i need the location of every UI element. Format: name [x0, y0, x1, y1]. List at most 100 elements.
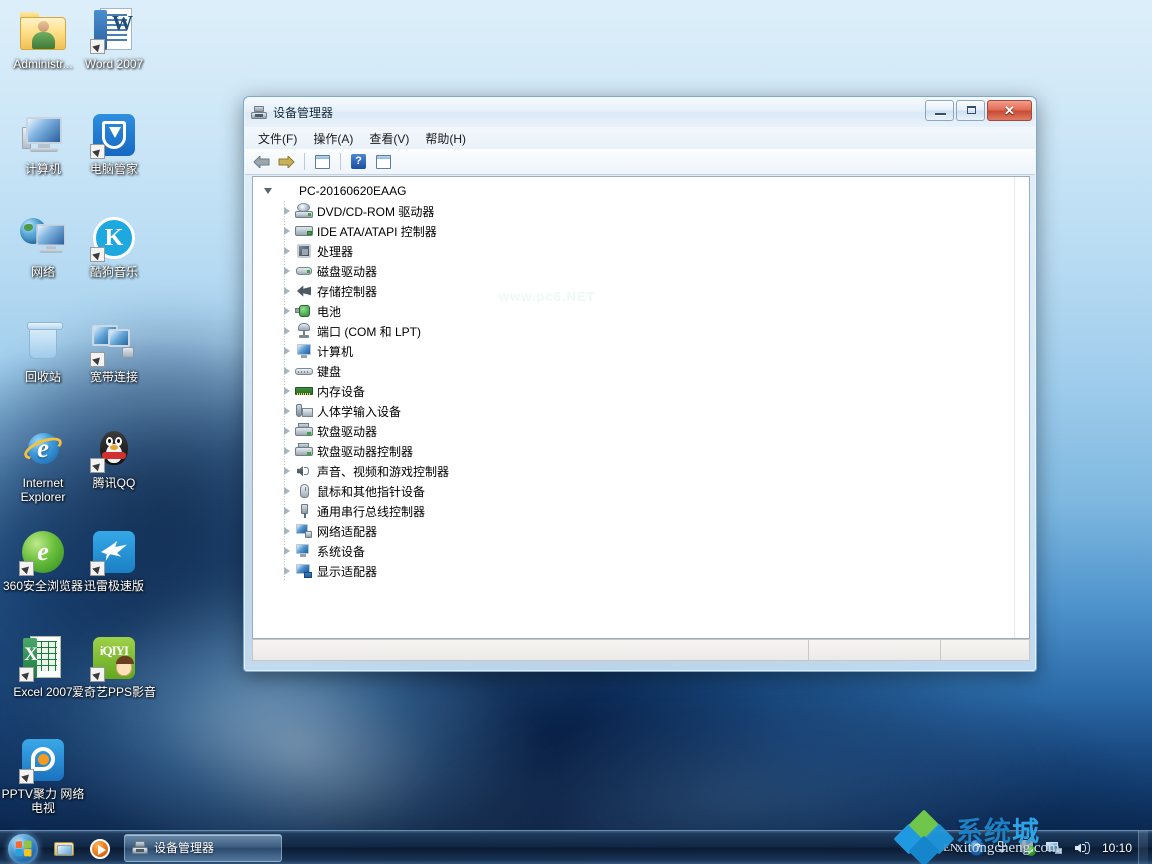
- expander-closed[interactable]: [279, 561, 295, 581]
- volume-icon[interactable]: [1074, 840, 1091, 856]
- desktop-icon-pptv[interactable]: PPTV聚力 网络电视: [0, 736, 86, 815]
- back-button[interactable]: [250, 151, 273, 173]
- tree-node-disk[interactable]: 磁盘驱动器: [253, 261, 1029, 281]
- expander-closed[interactable]: [279, 401, 295, 421]
- expander-closed[interactable]: [279, 521, 295, 541]
- help-icon[interactable]: [968, 839, 985, 856]
- show-hidden-icons-icon[interactable]: [995, 840, 1009, 856]
- media-player-icon: [90, 839, 110, 859]
- tree-node-label: 通用串行总线控制器: [317, 503, 425, 520]
- windows-explorer-icon: [54, 840, 76, 857]
- computer-node-icon: [277, 182, 295, 200]
- expander-closed[interactable]: [279, 301, 295, 321]
- expander-closed[interactable]: [279, 341, 295, 361]
- expander-closed[interactable]: [279, 421, 295, 441]
- quicklaunch-explorer[interactable]: [46, 833, 82, 863]
- network-adapter-icon: [295, 522, 313, 540]
- shortcut-arrow-icon: [90, 247, 105, 262]
- desktop-icon-word-2007[interactable]: W Word 2007: [71, 6, 157, 71]
- properties-button[interactable]: [311, 151, 334, 173]
- menu-action[interactable]: 操作(A): [305, 128, 361, 149]
- tree-node-keyboard[interactable]: 键盘: [253, 361, 1029, 381]
- window-title: 设备管理器: [273, 104, 333, 121]
- tree-node-mouse[interactable]: 鼠标和其他指针设备: [253, 481, 1029, 501]
- minimize-button[interactable]: [925, 100, 954, 121]
- tree-node-battery[interactable]: 电池: [253, 301, 1029, 321]
- pc-manager-shield-icon: [90, 111, 138, 159]
- shortcut-arrow-icon: [90, 667, 105, 682]
- quicklaunch-media-player[interactable]: [82, 833, 118, 863]
- arrow-right-icon: [278, 156, 295, 168]
- expander-closed[interactable]: [279, 221, 295, 241]
- menu-help[interactable]: 帮助(H): [417, 128, 474, 149]
- arrow-left-icon: [253, 156, 270, 168]
- expander-open[interactable]: [261, 181, 277, 201]
- expander-closed[interactable]: [279, 241, 295, 261]
- tree-node-label: DVD/CD-ROM 驱动器: [317, 203, 434, 220]
- start-orb[interactable]: [2, 832, 46, 864]
- tree-node-ide[interactable]: IDE ATA/ATAPI 控制器: [253, 221, 1029, 241]
- status-bar: [252, 639, 1030, 661]
- folder-user-icon: [19, 6, 67, 54]
- tree-node-ports[interactable]: 端口 (COM 和 LPT): [253, 321, 1029, 341]
- tree-node-system-devices[interactable]: 系统设备: [253, 541, 1029, 561]
- expander-closed[interactable]: [279, 501, 295, 521]
- clock[interactable]: 10:10: [1102, 831, 1132, 864]
- expander-closed[interactable]: [279, 481, 295, 501]
- tree-node-storage[interactable]: 存储控制器: [253, 281, 1029, 301]
- tree-node-floppy-controller[interactable]: 软盘驱动器控制器: [253, 441, 1029, 461]
- tree-node-sound[interactable]: 声音、视频和游戏控制器: [253, 461, 1029, 481]
- tree-node-computer[interactable]: 计算机: [253, 341, 1029, 361]
- close-button[interactable]: ✕: [987, 100, 1032, 121]
- expander-closed[interactable]: [279, 281, 295, 301]
- forward-button[interactable]: [275, 151, 298, 173]
- toolbar-separator: [340, 153, 341, 170]
- maximize-button[interactable]: [956, 100, 985, 121]
- tree-node-processor[interactable]: 处理器: [253, 241, 1029, 261]
- expander-closed[interactable]: [279, 261, 295, 281]
- taskbar-button-device-manager[interactable]: 设备管理器: [124, 834, 282, 862]
- tree-node-memory[interactable]: 内存设备: [253, 381, 1029, 401]
- tree-node-display-adapter[interactable]: 显示适配器: [253, 561, 1029, 581]
- scan-hardware-button[interactable]: [372, 151, 395, 173]
- expander-closed[interactable]: [279, 381, 295, 401]
- tree-node-root[interactable]: PC-20160620EAAG: [253, 181, 1029, 201]
- broadband-connection-icon: [90, 319, 138, 367]
- network-icon[interactable]: [1046, 840, 1064, 856]
- desktop-icon-label: 腾讯QQ: [71, 476, 157, 490]
- expander-closed[interactable]: [279, 441, 295, 461]
- tree-node-hid[interactable]: 人体学输入设备: [253, 401, 1029, 421]
- device-tree-pane[interactable]: www.pc6.NET PC-20160620EAAG DVD/CD-ROM 驱…: [252, 176, 1030, 639]
- toolbar: [245, 149, 1035, 175]
- processor-icon: [295, 242, 313, 260]
- tree-node-label: 电池: [317, 303, 341, 320]
- help-button[interactable]: [347, 151, 370, 173]
- expander-closed[interactable]: [279, 201, 295, 221]
- taskbar-button-label: 设备管理器: [154, 839, 214, 856]
- tree-node-label: 键盘: [317, 363, 341, 380]
- desktop-icon-broadband-connection[interactable]: 宽带连接: [71, 319, 157, 384]
- desktop-icon-label: 电脑管家: [71, 162, 157, 176]
- device-manager-icon: [132, 840, 148, 856]
- desktop-icon-iqiyi-pps[interactable]: iQIYI 爱奇艺PPS影音: [71, 634, 157, 699]
- tree-node-usb[interactable]: 通用串行总线控制器: [253, 501, 1029, 521]
- expander-closed[interactable]: [279, 541, 295, 561]
- expander-closed[interactable]: [279, 461, 295, 481]
- desktop-icon-pc-manager[interactable]: 电脑管家: [71, 111, 157, 176]
- show-desktop-button[interactable]: [1138, 831, 1148, 864]
- window-titlebar[interactable]: 设备管理器 ✕: [245, 98, 1035, 127]
- desktop-icon-thunder-speed[interactable]: 迅雷极速版: [71, 528, 157, 593]
- tree-node-network-adapter[interactable]: 网络适配器: [253, 521, 1029, 541]
- menu-file[interactable]: 文件(F): [250, 128, 305, 149]
- expander-closed[interactable]: [279, 321, 295, 341]
- tree-node-label: 系统设备: [317, 543, 365, 560]
- desktop-icon-tencent-qq[interactable]: 腾讯QQ: [71, 425, 157, 490]
- expander-closed[interactable]: [279, 361, 295, 381]
- action-center-icon[interactable]: [1019, 839, 1036, 856]
- tree-node-floppy-drive[interactable]: 软盘驱动器: [253, 421, 1029, 441]
- desktop-icon-kugou-music[interactable]: K 酷狗音乐: [71, 214, 157, 279]
- language-indicator[interactable]: EN: [943, 842, 958, 854]
- tree-node-dvd[interactable]: DVD/CD-ROM 驱动器: [253, 201, 1029, 221]
- menu-view[interactable]: 查看(V): [361, 128, 417, 149]
- tree-node-label: 内存设备: [317, 383, 365, 400]
